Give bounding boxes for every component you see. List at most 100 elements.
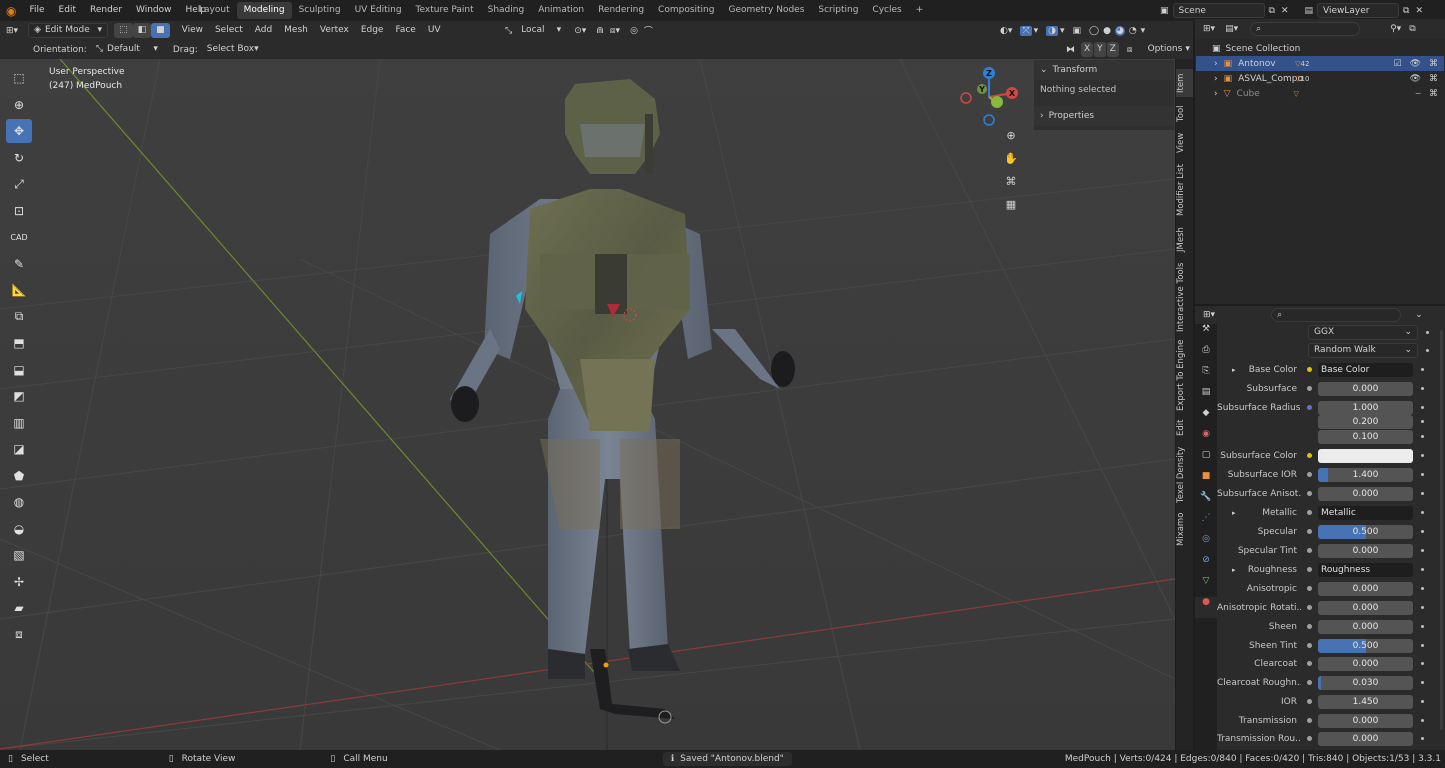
properties-scrollbar[interactable] [1440, 330, 1443, 730]
sidebar-tab-tool[interactable]: Tool [1176, 101, 1193, 127]
property-value-field[interactable]: 0.200 [1318, 414, 1413, 429]
workspace-tab-scripting[interactable]: Scripting [811, 2, 865, 19]
display-mode-icon[interactable]: ▤▾ [1225, 24, 1238, 34]
keyframe-dot[interactable] [1421, 435, 1424, 438]
keyframe-dot[interactable] [1421, 719, 1424, 722]
shrink-fatten-tool-icon[interactable]: ✢ [6, 570, 32, 594]
orientation-selector[interactable]: ⤡ Default ▾ [91, 42, 163, 57]
socket-dot[interactable] [1307, 661, 1312, 666]
keyframe-dot[interactable] [1421, 662, 1424, 665]
sidebar-tab-item[interactable]: Item [1176, 69, 1193, 97]
keyframe-dot[interactable] [1421, 387, 1424, 390]
auto-merge-icon[interactable]: ⧈ [1127, 45, 1133, 55]
rendered-shading-icon[interactable]: ◔ [1129, 26, 1137, 36]
shear-tool-icon[interactable]: ▰ [6, 596, 32, 620]
camera-icon[interactable]: ⌘ [1429, 59, 1438, 69]
property-value-field[interactable]: 0.000 [1318, 600, 1413, 615]
expand-triangle-icon[interactable]: ▸ [1232, 509, 1236, 517]
keyframe-dot[interactable] [1421, 511, 1424, 514]
keyframe-dot[interactable] [1421, 549, 1424, 552]
spin-tool-icon[interactable]: ◍ [6, 490, 32, 514]
expand-triangle-icon[interactable]: ▸ [1232, 366, 1236, 374]
keyframe-dot[interactable] [1421, 737, 1424, 740]
scene-properties-icon[interactable]: ◆ [1195, 408, 1217, 429]
new-view-layer-icon[interactable]: ⧉ [1403, 6, 1409, 16]
snap-icon[interactable]: ⋒ [596, 26, 604, 36]
socket-dot[interactable] [1307, 624, 1312, 629]
extrude-tool-icon[interactable]: ⬒ [6, 331, 32, 355]
socket-dot[interactable] [1307, 680, 1312, 685]
sidebar-tab-edit[interactable]: Edit [1176, 415, 1193, 441]
material-properties-icon[interactable]: ● [1195, 597, 1217, 618]
workspace-tab-compositing[interactable]: Compositing [651, 2, 721, 19]
viewport-menu-select[interactable]: Select [209, 23, 249, 38]
data-properties-icon[interactable]: ▽ [1195, 576, 1217, 597]
workspace-tab-uv-editing[interactable]: UV Editing [348, 2, 409, 19]
move-tool-icon[interactable]: ✥ [6, 119, 32, 143]
proportional-falloff-icon[interactable]: ⌒ [644, 24, 653, 37]
property-value-field[interactable]: 0.000 [1318, 713, 1413, 728]
drag-selector[interactable]: Select Box ▾ [202, 42, 259, 57]
socket-dot[interactable] [1307, 718, 1312, 723]
keyframe-dot[interactable] [1421, 492, 1424, 495]
edge-slide-tool-icon[interactable]: ▧ [6, 543, 32, 567]
socket-dot[interactable] [1307, 386, 1312, 391]
add-workspace-icon[interactable]: + [909, 2, 931, 19]
knife-tool-icon[interactable]: ◪ [6, 437, 32, 461]
socket-dot[interactable] [1307, 605, 1312, 610]
property-value-field[interactable]: 0.000 [1318, 543, 1413, 558]
property-value-field[interactable]: 1.450 [1318, 694, 1413, 709]
options-dropdown[interactable]: Options ▾ [1143, 42, 1195, 57]
property-value-field[interactable]: 0.000 [1318, 656, 1413, 671]
keyframe-dot[interactable] [1421, 420, 1424, 423]
keyframe-dot[interactable] [1421, 473, 1424, 476]
scene-selector[interactable]: Scene [1172, 3, 1265, 18]
save-report[interactable]: ℹ Saved "Antonov.blend" [662, 752, 792, 766]
mirror-z-toggle[interactable]: Z [1106, 42, 1119, 57]
transform-orientation-selector[interactable]: Local ▾ [516, 23, 566, 38]
keyframe-dot[interactable] [1421, 368, 1424, 371]
object-properties-icon[interactable]: ■ [1195, 471, 1217, 492]
blender-logo-icon[interactable]: ◉ [6, 4, 16, 18]
menu-file[interactable]: File [22, 0, 51, 21]
remove-view-layer-icon[interactable]: ✕ [1415, 6, 1423, 16]
subsurface-method-selector[interactable]: Random Walk ⌄ [1308, 343, 1418, 358]
camera-icon[interactable]: ⌘ [1429, 74, 1438, 84]
chevron-down-icon[interactable]: ▾ [1141, 26, 1146, 36]
scale-tool-icon[interactable]: ⤢ [6, 172, 32, 196]
keyframe-dot[interactable] [1421, 568, 1424, 571]
distribution-selector[interactable]: GGX ⌄ [1308, 325, 1418, 340]
chevron-down-icon[interactable]: ▾ [1034, 26, 1039, 36]
constraints-properties-icon[interactable]: ⊘ [1195, 555, 1217, 576]
workspace-tab-geometry-nodes[interactable]: Geometry Nodes [721, 2, 811, 19]
keyframe-dot[interactable] [1421, 530, 1424, 533]
workspace-tab-shading[interactable]: Shading [481, 2, 532, 19]
keyframe-dot[interactable] [1421, 700, 1424, 703]
color-swatch[interactable] [1318, 448, 1413, 463]
loop-cut-tool-icon[interactable]: ▥ [6, 411, 32, 435]
chevron-right-icon[interactable]: › [1214, 59, 1218, 69]
transform-tool-icon[interactable]: ⊡ [6, 199, 32, 223]
proportional-edit-icon[interactable]: ◎ [630, 26, 638, 36]
sidebar-tab-modifier-list[interactable]: Modifier List [1176, 159, 1193, 221]
3d-viewport[interactable]: Z X Y User Perspective (247) MedPouch ⊕ … [0, 59, 1175, 750]
face-select-icon[interactable]: ■ [151, 23, 170, 38]
socket-dot[interactable] [1307, 586, 1312, 591]
wireframe-shading-icon[interactable]: ◯ [1089, 26, 1099, 36]
particles-properties-icon[interactable]: ⋰ [1195, 513, 1217, 534]
mirror-x-toggle[interactable]: X [1081, 42, 1094, 57]
socket-dot[interactable] [1307, 567, 1312, 572]
chevron-down-icon[interactable]: ⌄ [1415, 310, 1423, 320]
overlays-toggle-icon[interactable]: ◑ [1046, 25, 1058, 36]
property-value-field[interactable]: 0.000 [1318, 731, 1413, 746]
physics-properties-icon[interactable]: ◎ [1195, 534, 1217, 555]
workspace-tab-cycles[interactable]: Cycles [865, 2, 908, 19]
workspace-tab-rendering[interactable]: Rendering [591, 2, 651, 19]
property-value-field[interactable]: 0.500 [1318, 638, 1413, 653]
viewport-menu-vertex[interactable]: Vertex [314, 23, 355, 38]
menu-edit[interactable]: Edit [52, 0, 83, 21]
outliner-item-asval-compo[interactable]: › ▣ ASVAL_Compo ▽10 👁 ⌘ [1196, 71, 1444, 86]
keyframe-dot[interactable] [1421, 606, 1424, 609]
property-value-field[interactable]: 0.100 [1318, 429, 1413, 444]
chevron-right-icon[interactable]: › [1214, 89, 1218, 99]
